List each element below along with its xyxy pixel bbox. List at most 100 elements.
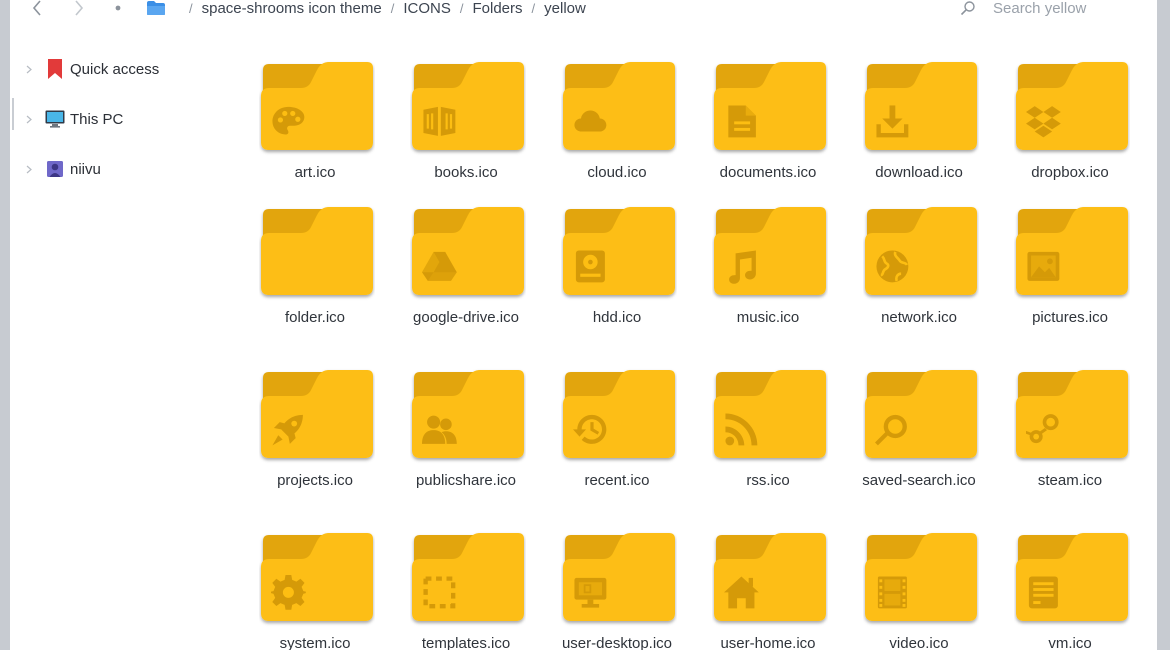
- file-name: video.ico: [889, 635, 949, 650]
- file-item[interactable]: hdd.ico: [547, 205, 687, 335]
- search-icon: [960, 1, 975, 16]
- chevron-right-icon[interactable]: [24, 115, 33, 124]
- file-name: music.ico: [736, 309, 800, 326]
- file-name: art.ico: [294, 164, 336, 181]
- sidebar-item-niivu[interactable]: niivu: [10, 156, 210, 182]
- file-item[interactable]: vm.ico: [1000, 531, 1140, 650]
- file-item[interactable]: books.ico: [396, 60, 536, 190]
- chevron-left-icon: [32, 0, 41, 16]
- monitor-icon: [45, 109, 65, 129]
- file-item[interactable]: recent.ico: [547, 368, 687, 498]
- folder-document-icon: [714, 62, 826, 150]
- breadcrumb: / space-shrooms icon theme / ICONS / Fol…: [146, 0, 586, 19]
- file-item[interactable]: user-home.ico: [698, 531, 838, 650]
- back-button[interactable]: [27, 0, 47, 18]
- search-box[interactable]: [960, 0, 1150, 19]
- folder-globe-icon: [865, 207, 977, 295]
- folder-server-icon: [1016, 533, 1128, 621]
- folder-icon: [261, 207, 373, 295]
- file-name: google-drive.ico: [413, 309, 519, 326]
- folder-cloud-icon: [563, 62, 675, 150]
- folder-history-icon: [563, 370, 675, 458]
- folder-book-icon: [412, 62, 524, 150]
- file-name: cloud.ico: [587, 164, 647, 181]
- breadcrumb-separator: /: [390, 0, 395, 16]
- breadcrumb-separator: /: [189, 0, 193, 16]
- file-name: hdd.ico: [592, 309, 642, 326]
- folder-rocket-icon: [261, 370, 373, 458]
- dot-icon: [115, 5, 121, 11]
- breadcrumb-separator: /: [459, 0, 464, 16]
- file-item[interactable]: rss.ico: [698, 368, 838, 498]
- file-item[interactable]: cloud.ico: [547, 60, 687, 190]
- folder-icon: [147, 1, 165, 15]
- search-input[interactable]: [993, 0, 1143, 17]
- folder-rss-icon: [714, 370, 826, 458]
- file-name: user-desktop.ico: [561, 635, 673, 650]
- folder-home-icon: [714, 533, 826, 621]
- file-name: user-home.ico: [720, 635, 816, 650]
- file-item[interactable]: video.ico: [849, 531, 989, 650]
- folder-palette-icon: [261, 62, 373, 150]
- file-name: folder.ico: [284, 309, 346, 326]
- file-name: pictures.ico: [1032, 309, 1108, 326]
- user-icon: [45, 159, 65, 179]
- sidebar-item-quick-access[interactable]: Quick access: [10, 56, 210, 82]
- file-item[interactable]: folder.ico: [245, 205, 385, 335]
- address-bar: / space-shrooms icon theme / ICONS / Fol…: [10, 0, 1157, 20]
- breadcrumb-item[interactable]: space-shrooms icon theme: [202, 0, 382, 17]
- sidebar-item-this-pc[interactable]: This PC: [10, 106, 210, 132]
- chevron-right-icon[interactable]: [24, 165, 33, 174]
- chevron-right-icon: [75, 0, 84, 16]
- folder-download-icon: [865, 62, 977, 150]
- sidebar-item-label: niivu: [70, 160, 101, 178]
- folder-hdd-icon: [563, 207, 675, 295]
- file-item[interactable]: documents.ico: [698, 60, 838, 190]
- breadcrumb-item[interactable]: ICONS: [403, 0, 451, 17]
- folder-steam-icon: [1016, 370, 1128, 458]
- folder-picture-icon: [1016, 207, 1128, 295]
- file-name: steam.ico: [1037, 472, 1103, 489]
- sidebar-item-label: Quick access: [70, 60, 160, 78]
- file-name: system.ico: [279, 635, 351, 650]
- folder-dropbox-icon: [1016, 62, 1128, 150]
- file-item[interactable]: music.ico: [698, 205, 838, 335]
- file-item[interactable]: network.ico: [849, 205, 989, 335]
- file-item[interactable]: projects.ico: [245, 368, 385, 498]
- file-item[interactable]: system.ico: [245, 531, 385, 650]
- file-item[interactable]: publicshare.ico: [396, 368, 536, 498]
- file-name: books.ico: [434, 164, 498, 181]
- file-name: saved-search.ico: [862, 472, 976, 489]
- file-item[interactable]: saved-search.ico: [849, 368, 989, 498]
- file-name: projects.ico: [277, 472, 353, 489]
- file-item[interactable]: art.ico: [245, 60, 385, 190]
- folder-users-icon: [412, 370, 524, 458]
- file-name: download.ico: [875, 164, 963, 181]
- folder-music-note-icon: [714, 207, 826, 295]
- file-item[interactable]: templates.ico: [396, 531, 536, 650]
- file-name: documents.ico: [719, 164, 817, 181]
- file-explorer-window: / space-shrooms icon theme / ICONS / Fol…: [10, 0, 1157, 650]
- file-item[interactable]: dropbox.ico: [1000, 60, 1140, 190]
- breadcrumb-item[interactable]: Folders: [472, 0, 522, 17]
- chevron-right-icon[interactable]: [24, 65, 33, 74]
- breadcrumb-separator: /: [531, 0, 536, 16]
- file-name: templates.ico: [421, 635, 511, 650]
- folder-gear-icon: [261, 533, 373, 621]
- file-item[interactable]: steam.ico: [1000, 368, 1140, 498]
- file-item[interactable]: pictures.ico: [1000, 205, 1140, 335]
- file-item[interactable]: google-drive.ico: [396, 205, 536, 335]
- bookmark-icon: [45, 59, 65, 79]
- file-item[interactable]: user-desktop.ico: [547, 531, 687, 650]
- forward-button[interactable]: [69, 0, 89, 18]
- recent-locations-button[interactable]: [108, 0, 128, 18]
- file-name: dropbox.ico: [1031, 164, 1109, 181]
- file-item[interactable]: download.ico: [849, 60, 989, 190]
- folder-monitor-icon: [563, 533, 675, 621]
- file-name: recent.ico: [584, 472, 650, 489]
- breadcrumb-item-current[interactable]: yellow: [544, 0, 586, 17]
- file-name: rss.ico: [746, 472, 790, 489]
- file-name: publicshare.ico: [415, 472, 517, 489]
- folder-film-icon: [865, 533, 977, 621]
- file-name: network.ico: [881, 309, 957, 326]
